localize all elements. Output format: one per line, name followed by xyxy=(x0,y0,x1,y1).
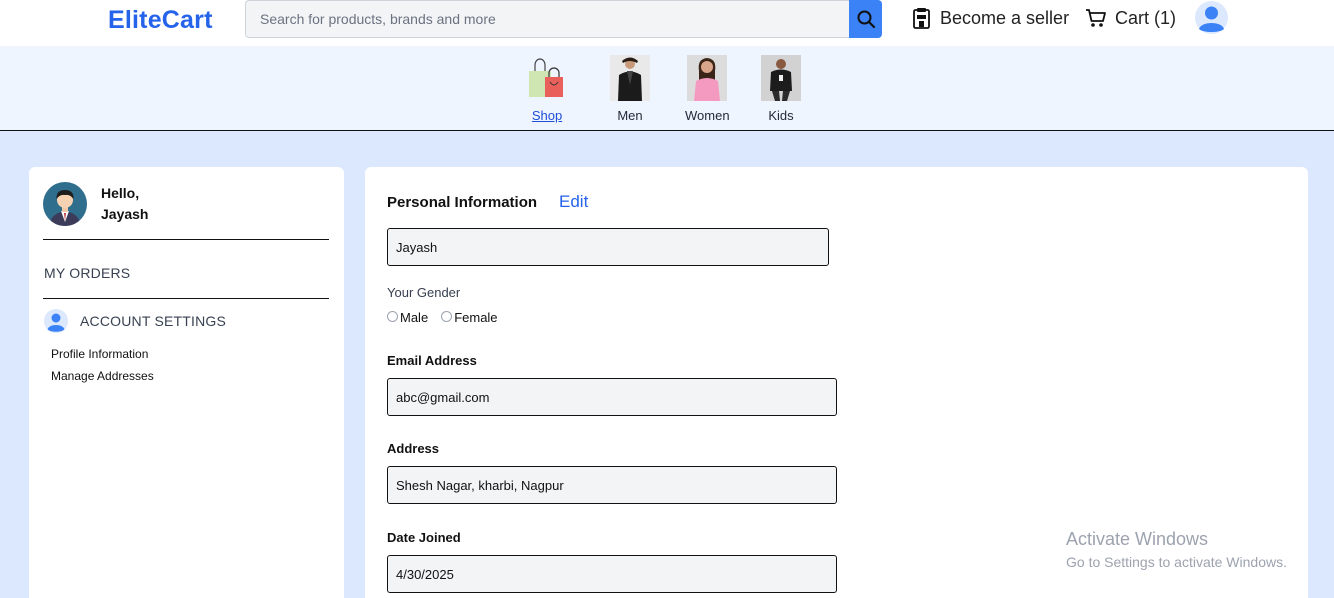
address-field[interactable] xyxy=(387,466,837,504)
cart-link[interactable]: Cart (1) xyxy=(1085,7,1176,29)
profile-avatar xyxy=(43,182,87,226)
category-label: Kids xyxy=(768,108,794,123)
email-field[interactable] xyxy=(387,378,837,416)
cart-icon xyxy=(1086,9,1106,27)
store-icon xyxy=(913,8,930,29)
my-orders-link[interactable]: MY ORDERS xyxy=(44,265,130,281)
search-icon xyxy=(857,10,875,29)
date-joined-field[interactable] xyxy=(387,555,837,593)
shopping-bags-icon xyxy=(529,58,563,97)
cart-label: Cart (1) xyxy=(1115,7,1177,28)
username-text: Jayash xyxy=(101,206,149,222)
category-kids[interactable]: Kids xyxy=(761,55,801,123)
greeting-text: Hello, xyxy=(101,185,140,201)
women-category-image xyxy=(687,55,728,101)
gender-female-label: Female xyxy=(454,310,498,325)
category-nav: Shop Men Women Kids xyxy=(0,46,1334,131)
account-sidebar: Hello, Jayash MY ORDERS ACCOUNT SETTINGS… xyxy=(29,167,344,598)
account-user-icon xyxy=(44,309,68,333)
gender-radio-group: Male Female xyxy=(387,310,498,325)
address-label: Address xyxy=(387,441,440,456)
gender-female-radio[interactable] xyxy=(441,310,453,322)
name-field[interactable] xyxy=(387,228,829,266)
account-settings-heading: ACCOUNT SETTINGS xyxy=(80,313,227,329)
date-joined-label: Date Joined xyxy=(387,530,461,545)
category-label: Shop xyxy=(531,108,563,123)
gender-label: Your Gender xyxy=(387,285,461,300)
divider xyxy=(43,239,329,240)
search-button[interactable] xyxy=(849,0,882,38)
brand-logo[interactable]: EliteCart xyxy=(108,6,213,35)
become-seller-link[interactable]: Become a seller xyxy=(912,7,1069,29)
men-category-image xyxy=(610,55,650,101)
category-label: Women xyxy=(685,108,730,123)
become-seller-label: Become a seller xyxy=(940,7,1070,28)
activate-windows-title: Activate Windows xyxy=(1066,529,1209,549)
search-bar xyxy=(245,0,882,38)
gender-male-radio[interactable] xyxy=(387,310,398,322)
category-shop[interactable]: Shop xyxy=(527,55,567,123)
user-avatar-icon[interactable] xyxy=(1194,1,1229,34)
kids-category-image xyxy=(761,55,801,101)
divider xyxy=(43,298,329,299)
category-men[interactable]: Men xyxy=(610,55,650,123)
page-title: Personal Information xyxy=(387,194,538,211)
search-input[interactable] xyxy=(245,0,850,38)
sidebar-item-manage-addresses[interactable]: Manage Addresses xyxy=(51,369,154,383)
email-label: Email Address xyxy=(387,353,477,368)
sidebar-item-profile-information[interactable]: Profile Information xyxy=(51,347,148,361)
activate-windows-subtitle: Go to Settings to activate Windows. xyxy=(1066,554,1287,570)
edit-button[interactable]: Edit xyxy=(559,192,588,212)
category-women[interactable]: Women xyxy=(685,55,730,123)
top-header: EliteCart Become a seller Cart (1) xyxy=(0,0,1334,46)
gender-male-label: Male xyxy=(400,310,429,325)
category-label: Men xyxy=(617,108,643,123)
